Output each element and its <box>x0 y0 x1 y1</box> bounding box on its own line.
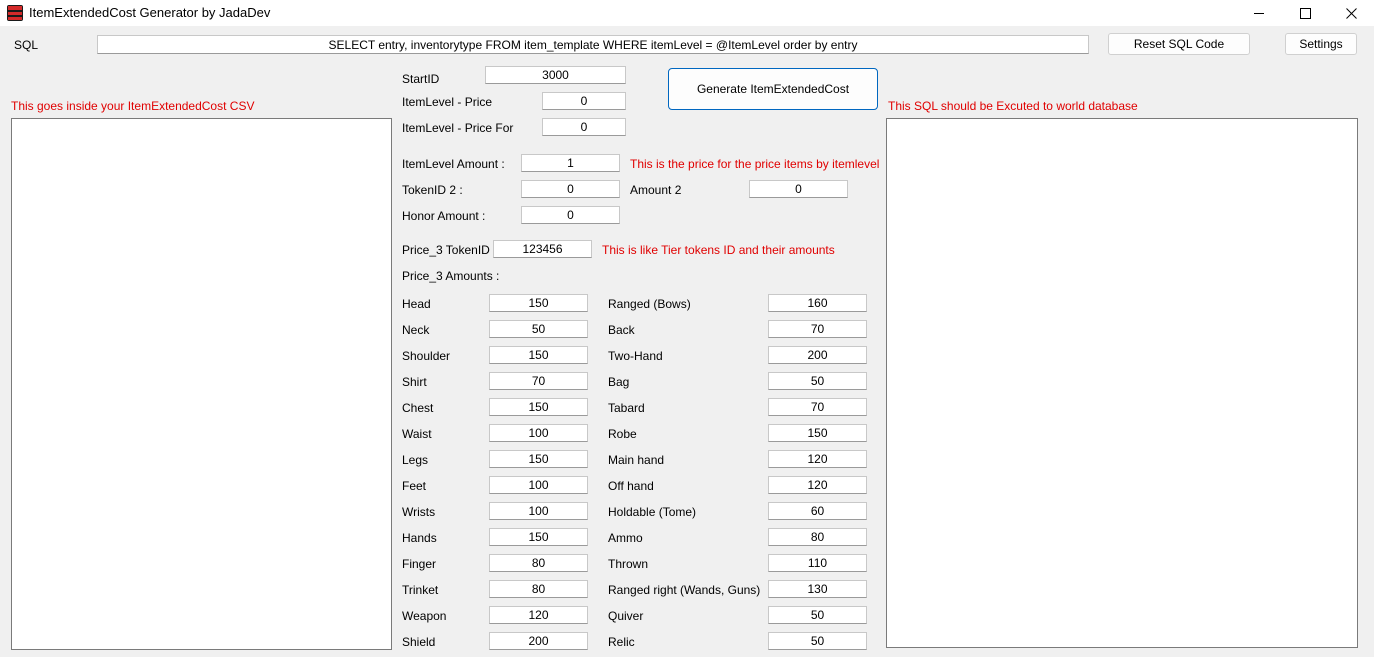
window-title: ItemExtendedCost Generator by JadaDev <box>29 5 271 20</box>
slot-input-waist[interactable] <box>489 424 588 442</box>
settings-button[interactable]: Settings <box>1285 33 1357 55</box>
slot-input-thrown[interactable] <box>768 554 867 572</box>
slot-label-bag: Bag <box>608 375 630 389</box>
slot-input-main-hand[interactable] <box>768 450 867 468</box>
slot-label-legs: Legs <box>402 453 429 467</box>
itemlevel-amount-label: ItemLevel Amount : <box>402 157 505 171</box>
slot-label-chest: Chest <box>402 401 434 415</box>
price3-token-input[interactable] <box>493 240 592 258</box>
slot-input-off-hand[interactable] <box>768 476 867 494</box>
slot-input-finger[interactable] <box>489 554 588 572</box>
start-id-label: StartID <box>402 72 440 86</box>
slot-input-shirt[interactable] <box>489 372 588 390</box>
close-button[interactable] <box>1328 0 1374 26</box>
app-logo-icon <box>7 5 23 21</box>
slot-label-quiver: Quiver <box>608 609 644 623</box>
slot-label-ranged-bows: Ranged (Bows) <box>608 297 691 311</box>
slot-input-relic[interactable] <box>768 632 867 650</box>
slot-input-back[interactable] <box>768 320 867 338</box>
slot-label-ammo: Ammo <box>608 531 643 545</box>
maximize-icon <box>1299 7 1311 19</box>
slot-input-tabard[interactable] <box>768 398 867 416</box>
slot-label-shoulder: Shoulder <box>402 349 451 363</box>
sql-output-hint: This SQL should be Excuted to world data… <box>888 99 1138 113</box>
amount-2-input[interactable] <box>749 180 848 198</box>
slot-label-main-hand: Main hand <box>608 453 665 467</box>
slot-input-weapon[interactable] <box>489 606 588 624</box>
slot-input-shoulder[interactable] <box>489 346 588 364</box>
slot-label-off-hand: Off hand <box>608 479 654 493</box>
slot-label-robe: Robe <box>608 427 637 441</box>
price-input[interactable] <box>542 92 626 110</box>
honor-amount-input[interactable] <box>521 206 620 224</box>
slot-input-bag[interactable] <box>768 372 867 390</box>
sql-query-input[interactable] <box>97 35 1089 54</box>
slot-label-tabard: Tabard <box>608 401 645 415</box>
slot-label-shirt: Shirt <box>402 375 427 389</box>
reset-sql-button[interactable]: Reset SQL Code <box>1108 33 1250 55</box>
start-id-input[interactable] <box>485 66 626 84</box>
price-label: ItemLevel - Price <box>402 95 493 109</box>
sql-label: SQL <box>14 38 39 52</box>
token-id-2-input[interactable] <box>521 180 620 198</box>
slot-label-neck: Neck <box>402 323 430 337</box>
slot-input-ammo[interactable] <box>768 528 867 546</box>
minimize-button[interactable] <box>1236 0 1282 26</box>
slot-label-ranged-right-wands-guns: Ranged right (Wands, Guns) <box>608 583 761 597</box>
slot-input-head[interactable] <box>489 294 588 312</box>
amount-2-label: Amount 2 <box>630 183 682 197</box>
minimize-icon <box>1254 12 1264 14</box>
slot-input-wrists[interactable] <box>489 502 588 520</box>
slot-label-thrown: Thrown <box>608 557 649 571</box>
slot-input-trinket[interactable] <box>489 580 588 598</box>
generate-button[interactable]: Generate ItemExtendedCost <box>668 68 878 110</box>
slot-label-shield: Shield <box>402 635 436 649</box>
slot-input-chest[interactable] <box>489 398 588 416</box>
price3-amounts-label: Price_3 Amounts : <box>402 269 500 283</box>
slot-label-back: Back <box>608 323 635 337</box>
slot-input-two-hand[interactable] <box>768 346 867 364</box>
slot-label-feet: Feet <box>402 479 427 493</box>
csv-output-hint: This goes inside your ItemExtendedCost C… <box>11 99 255 113</box>
slot-label-two-hand: Two-Hand <box>608 349 663 363</box>
price3-token-note: This is like Tier tokens ID and their am… <box>602 243 835 257</box>
slot-label-wrists: Wrists <box>402 505 436 519</box>
slot-input-robe[interactable] <box>768 424 867 442</box>
itemlevel-amount-input[interactable] <box>521 154 620 172</box>
slot-label-finger: Finger <box>402 557 437 571</box>
itemlevel-amount-note: This is the price for the price items by… <box>630 157 880 171</box>
slot-input-hands[interactable] <box>489 528 588 546</box>
slot-input-holdable-tome[interactable] <box>768 502 867 520</box>
title-bar: ItemExtendedCost Generator by JadaDev <box>0 0 1374 26</box>
sql-output-textarea[interactable] <box>886 118 1358 648</box>
honor-amount-label: Honor Amount : <box>402 209 486 223</box>
slot-label-trinket: Trinket <box>402 583 439 597</box>
price3-token-label: Price_3 TokenID <box>402 243 490 257</box>
token-id-2-label: TokenID 2 : <box>402 183 463 197</box>
slot-input-neck[interactable] <box>489 320 588 338</box>
slot-input-ranged-right-wands-guns[interactable] <box>768 580 867 598</box>
slot-input-quiver[interactable] <box>768 606 867 624</box>
slot-input-shield[interactable] <box>489 632 588 650</box>
slot-input-ranged-bows[interactable] <box>768 294 867 312</box>
slot-label-relic: Relic <box>608 635 635 649</box>
price-for-input[interactable] <box>542 118 626 136</box>
csv-output-textarea[interactable] <box>11 118 392 650</box>
slot-input-legs[interactable] <box>489 450 588 468</box>
close-icon <box>1345 7 1357 19</box>
price-for-label: ItemLevel - Price For <box>402 121 514 135</box>
slot-input-feet[interactable] <box>489 476 588 494</box>
slot-label-holdable-tome: Holdable (Tome) <box>608 505 697 519</box>
slot-label-weapon: Weapon <box>402 609 447 623</box>
app-window: ItemExtendedCost Generator by JadaDev SQ… <box>0 0 1374 657</box>
slot-label-head: Head <box>402 297 431 311</box>
slot-label-hands: Hands <box>402 531 437 545</box>
maximize-button[interactable] <box>1282 0 1328 26</box>
slot-label-waist: Waist <box>402 427 432 441</box>
